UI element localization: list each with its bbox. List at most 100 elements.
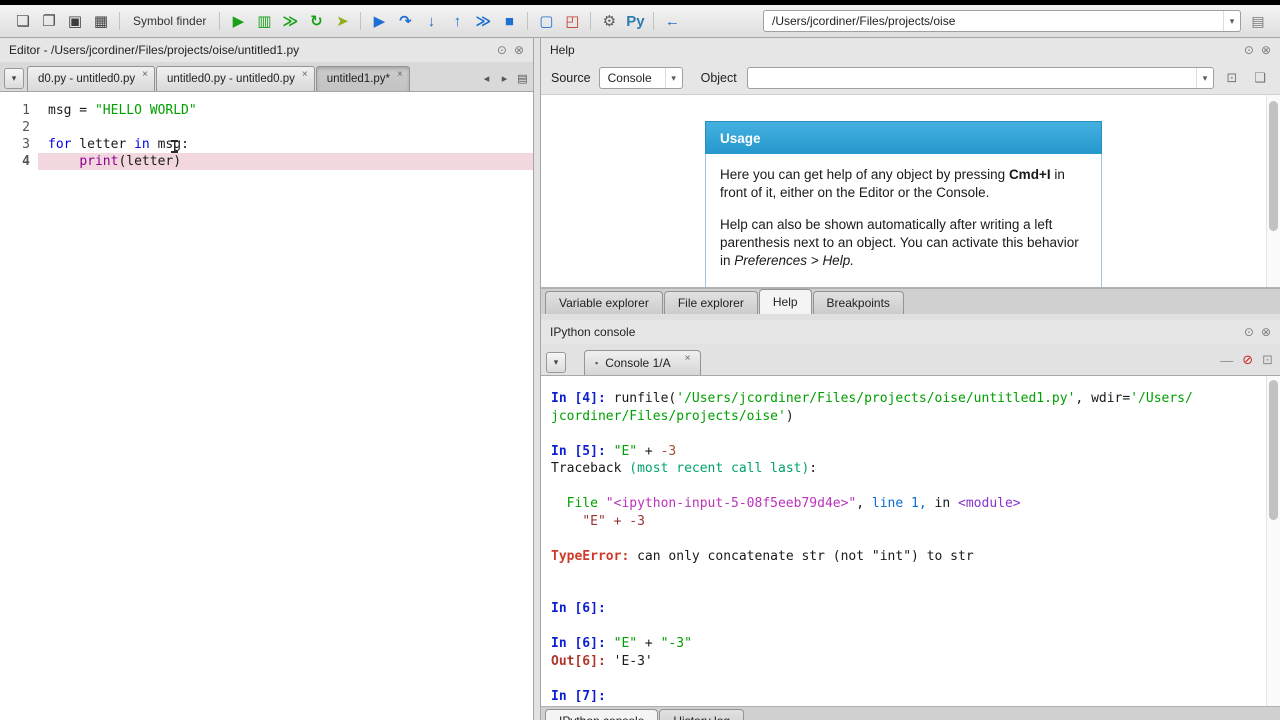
python-path-icon[interactable]: Py bbox=[622, 9, 648, 33]
source-label: Source bbox=[551, 71, 591, 85]
console-token: <module> bbox=[958, 496, 1021, 511]
help-scrollbar-thumb[interactable] bbox=[1269, 101, 1278, 231]
chevron-down-icon[interactable]: ▾ bbox=[664, 68, 682, 88]
help-scrollbar[interactable] bbox=[1266, 95, 1280, 287]
console-line: In [5]: "E" + -3 bbox=[551, 443, 1201, 461]
tab-close-icon[interactable]: × bbox=[302, 67, 308, 80]
code-token: msg = bbox=[48, 103, 95, 118]
editor-tab[interactable]: untitled1.py* × bbox=[315, 66, 410, 91]
editor-tab[interactable]: untitled0.py - untitled0.py × bbox=[156, 66, 315, 91]
console-tab-label: Console 1/A bbox=[605, 356, 671, 370]
pane-menu-icon[interactable]: ⊙ bbox=[497, 43, 507, 57]
new-window-icon[interactable]: ❏ bbox=[1250, 68, 1270, 88]
console-content[interactable]: In [4]: runfile('/Users/jcordiner/Files/… bbox=[541, 376, 1280, 706]
tab-breakpoints[interactable]: Breakpoints bbox=[812, 291, 904, 314]
toolbar-separator bbox=[527, 12, 529, 30]
pane-menu-icon[interactable]: ⊙ bbox=[1244, 43, 1254, 57]
help-paragraph: Help can also be shown automatically aft… bbox=[720, 216, 1087, 270]
console-token: can only concatenate str (not "int") to … bbox=[629, 548, 974, 564]
object-label: Object bbox=[700, 71, 737, 85]
step-into-icon[interactable]: ↓ bbox=[418, 9, 444, 33]
tools-icon[interactable]: ⚙ bbox=[596, 9, 622, 33]
tab-variable-explorer[interactable]: Variable explorer bbox=[545, 291, 663, 314]
chevron-down-icon[interactable]: ▾ bbox=[1196, 68, 1213, 88]
code-line[interactable]: 4 print(letter) bbox=[0, 153, 533, 170]
code-area[interactable]: 1 msg = "HELLO WORLD" 2 3 for letter in msg… bbox=[0, 92, 533, 720]
console-token: In [6]: bbox=[551, 601, 614, 616]
console-line: In [4]: runfile('/Users/jcordiner/Files/… bbox=[551, 390, 1201, 425]
console-token: in bbox=[926, 496, 959, 511]
console-tab[interactable]: ▪ Console 1/A × bbox=[584, 350, 702, 375]
tab-history-log[interactable]: History log bbox=[659, 709, 745, 720]
working-directory-combobox[interactable]: /Users/jcordiner/Files/projects/oise ▾ bbox=[763, 10, 1241, 32]
stop-icon[interactable]: ■ bbox=[496, 9, 522, 33]
help-title: Help bbox=[550, 43, 575, 57]
run-selection-icon[interactable]: ➤ bbox=[329, 9, 355, 33]
help-titlebar: Help ⊙ ⊗ bbox=[541, 38, 1280, 62]
rerun-cell-icon[interactable]: ↻ bbox=[303, 9, 329, 33]
console-line: "E" + -3 bbox=[551, 513, 1201, 531]
save-icon[interactable]: ▣ bbox=[62, 9, 88, 33]
run-cell-advance-icon[interactable]: ≫ bbox=[277, 9, 303, 33]
tab-file-explorer[interactable]: File explorer bbox=[663, 291, 758, 314]
console-icon: ▪ bbox=[595, 358, 599, 368]
console-token: : bbox=[809, 461, 818, 476]
console-line: File "<ipython-input-5-08f5eeb79d4e>", l… bbox=[551, 495, 1201, 513]
source-dropdown[interactable]: Console ▾ bbox=[598, 67, 683, 89]
usage-header: Usage bbox=[705, 121, 1102, 154]
run-cell-icon[interactable]: ▥ bbox=[251, 9, 277, 33]
pane-undock-icon[interactable]: ⊗ bbox=[514, 43, 524, 57]
step-over-icon[interactable]: ↷ bbox=[392, 9, 418, 33]
new-file-icon[interactable]: ❏ bbox=[10, 9, 36, 33]
tab-close-icon[interactable]: × bbox=[142, 67, 148, 80]
run-icon[interactable]: ▶ bbox=[225, 9, 251, 33]
pane-undock-icon[interactable]: ⊗ bbox=[1261, 43, 1271, 57]
maximize-pane-icon[interactable]: ▢ bbox=[533, 9, 559, 33]
debug-icon[interactable]: ▶ bbox=[366, 9, 392, 33]
object-combobox[interactable]: ▾ bbox=[746, 67, 1214, 89]
console-token: , bbox=[856, 496, 872, 511]
tab-close-icon[interactable]: × bbox=[685, 351, 691, 364]
browse-directory-icon[interactable]: ▤ bbox=[1246, 10, 1270, 32]
browse-tabs-icon[interactable]: ▾ bbox=[4, 68, 24, 89]
open-file-icon[interactable]: ❐ bbox=[36, 9, 62, 33]
console-title: IPython console bbox=[550, 325, 636, 339]
chevron-down-icon[interactable]: ▾ bbox=[1223, 11, 1240, 31]
pane-menu-icon[interactable]: ⊙ bbox=[1244, 325, 1254, 339]
console-token bbox=[551, 496, 567, 511]
code-line[interactable]: 3 for letter in msg: bbox=[0, 136, 533, 153]
symbol-finder-button[interactable]: Symbol finder bbox=[125, 11, 214, 31]
save-all-icon[interactable]: ▦ bbox=[88, 9, 114, 33]
console-line: TypeError: can only concatenate str (not… bbox=[551, 548, 1201, 566]
line-number: 3 bbox=[22, 137, 30, 152]
tab-ipython-console[interactable]: IPython console bbox=[545, 709, 659, 720]
editor-tab-label: untitled1.py* bbox=[326, 73, 391, 85]
browse-tabs-icon[interactable]: ▾ bbox=[546, 352, 566, 373]
pane-undock-icon[interactable]: ⊗ bbox=[1261, 325, 1271, 339]
step-return-icon[interactable]: ↑ bbox=[444, 9, 470, 33]
code-line[interactable]: 2 bbox=[0, 119, 533, 136]
console-token: 'E-3' bbox=[613, 653, 653, 669]
continue-icon[interactable]: ≫ bbox=[470, 9, 496, 33]
working-directory-value: /Users/jcordiner/Files/projects/oise bbox=[772, 14, 956, 28]
console-scrollbar[interactable] bbox=[1266, 376, 1280, 706]
scroll-tabs-right-icon[interactable]: ▸ bbox=[497, 70, 512, 87]
code-text: for letter in msg: bbox=[38, 136, 533, 153]
tab-close-icon[interactable]: × bbox=[397, 67, 403, 80]
console-token: + bbox=[637, 636, 661, 651]
fullscreen-icon[interactable]: ◰ bbox=[559, 9, 585, 33]
console-scrollbar-thumb[interactable] bbox=[1269, 380, 1278, 520]
tab-menu-icon[interactable]: ▤ bbox=[515, 70, 530, 87]
scroll-tabs-left-icon[interactable]: ◂ bbox=[479, 70, 494, 87]
console-options-icon[interactable]: ⊡ bbox=[1262, 352, 1273, 368]
code-line[interactable]: 1 msg = "HELLO WORLD" bbox=[0, 102, 533, 119]
interrupt-kernel-icon[interactable]: ⊘ bbox=[1242, 352, 1253, 368]
tab-help[interactable]: Help bbox=[758, 289, 812, 314]
editor-tab[interactable]: d0.py - untitled0.py × bbox=[27, 66, 156, 91]
minimize-icon[interactable]: — bbox=[1220, 353, 1233, 368]
back-icon[interactable]: ← bbox=[659, 9, 685, 33]
lock-icon[interactable]: ⊡ bbox=[1222, 68, 1242, 88]
editor-tab-label: untitled0.py - untitled0.py bbox=[167, 73, 295, 85]
